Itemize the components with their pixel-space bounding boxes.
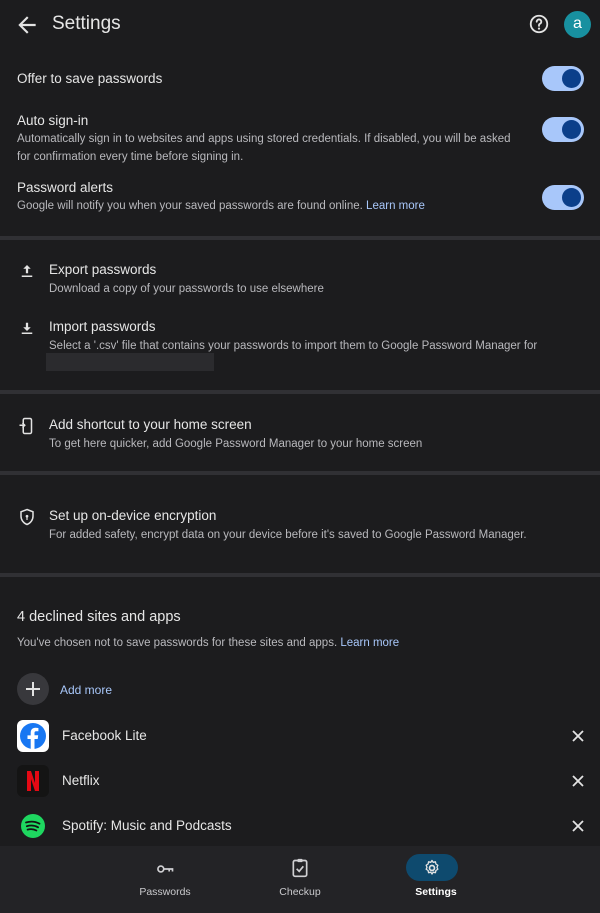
avatar[interactable]: a <box>564 11 591 38</box>
password-alerts-learn-more-link[interactable]: Learn more <box>366 200 425 212</box>
import-passwords-title: Import passwords <box>49 319 156 334</box>
section-divider <box>0 573 600 577</box>
close-icon[interactable] <box>570 773 586 789</box>
auto-sign-in-description: Automatically sign in to websites and ap… <box>17 133 511 163</box>
password-alerts-description: Google will notify you when your saved p… <box>17 197 527 215</box>
gear-icon <box>425 859 439 875</box>
section-divider <box>0 471 600 475</box>
nav-label: Checkup <box>279 886 321 898</box>
password-alerts-toggle[interactable] <box>542 185 584 210</box>
declined-heading: 4 declined sites and apps <box>17 609 181 625</box>
upload-icon <box>21 265 33 277</box>
shield-icon <box>20 508 34 526</box>
section-divider <box>0 236 600 240</box>
password-alerts-text: Google will notify you when your saved p… <box>17 200 363 212</box>
add-more-button[interactable]: Add more <box>17 673 217 707</box>
auto-sign-in-label: Auto sign-in <box>17 113 89 128</box>
nav-label: Passwords <box>139 886 191 898</box>
download-icon <box>21 322 33 334</box>
declined-item-name: Spotify: Music and Podcasts <box>62 818 232 833</box>
close-icon[interactable] <box>570 728 586 744</box>
toggle-knob <box>562 120 581 139</box>
nav-label: Settings <box>415 886 457 898</box>
on-device-encryption-row[interactable]: Set up on-device encryption For added sa… <box>0 504 600 546</box>
bottom-navigation: Passwords Checkup Settings <box>0 846 600 913</box>
auto-sign-in-toggle[interactable] <box>542 117 584 142</box>
export-passwords-description: Download a copy of your passwords to use… <box>49 283 324 295</box>
import-passwords-row[interactable]: Import passwords Select a '.csv' file th… <box>0 315 600 375</box>
add-more-label: Add more <box>60 683 113 697</box>
add-shortcut-row[interactable]: Add shortcut to your home screen To get … <box>0 413 600 455</box>
password-alerts-label: Password alerts <box>17 180 114 195</box>
help-button[interactable] <box>528 13 550 35</box>
declined-description: You've chosen not to save passwords for … <box>17 634 399 652</box>
declined-item-facebook: Facebook Lite <box>0 719 600 753</box>
declined-item-name: Netflix <box>62 773 100 788</box>
export-passwords-row[interactable]: Export passwords Download a copy of your… <box>0 258 600 300</box>
back-button[interactable] <box>14 12 40 38</box>
help-icon <box>529 14 549 34</box>
checkup-icon <box>292 858 308 878</box>
redacted-account-bar <box>46 353 214 371</box>
declined-learn-more-link[interactable]: Learn more <box>340 637 399 649</box>
toggle-knob <box>562 69 581 88</box>
on-device-encryption-title: Set up on-device encryption <box>49 508 217 523</box>
export-passwords-title: Export passwords <box>49 262 157 277</box>
page-title: Settings <box>52 13 121 34</box>
on-device-encryption-description: For added safety, encrypt data on your d… <box>49 529 527 541</box>
back-arrow-icon <box>18 16 36 34</box>
nav-item-settings[interactable]: Settings <box>376 846 496 913</box>
toggle-knob <box>562 188 581 207</box>
key-icon <box>157 865 174 873</box>
declined-text: You've chosen not to save passwords for … <box>17 637 338 649</box>
offer-save-passwords-label: Offer to save passwords <box>17 71 163 86</box>
add-shortcut-title: Add shortcut to your home screen <box>49 417 252 432</box>
declined-item-spotify: Spotify: Music and Podcasts <box>0 809 600 843</box>
netflix-icon <box>17 765 49 797</box>
section-divider <box>0 390 600 394</box>
add-shortcut-description: To get here quicker, add Google Password… <box>49 438 423 450</box>
nav-item-passwords[interactable]: Passwords <box>105 846 225 913</box>
spotify-icon <box>17 810 49 842</box>
active-indicator <box>406 854 458 881</box>
close-icon[interactable] <box>570 818 586 834</box>
facebook-icon <box>17 720 49 752</box>
declined-item-netflix: Netflix <box>0 764 600 798</box>
nav-item-checkup[interactable]: Checkup <box>240 846 360 913</box>
add-to-home-screen-icon <box>19 417 33 435</box>
add-icon <box>17 673 49 705</box>
declined-item-name: Facebook Lite <box>62 728 147 743</box>
offer-save-passwords-toggle[interactable] <box>542 66 584 91</box>
